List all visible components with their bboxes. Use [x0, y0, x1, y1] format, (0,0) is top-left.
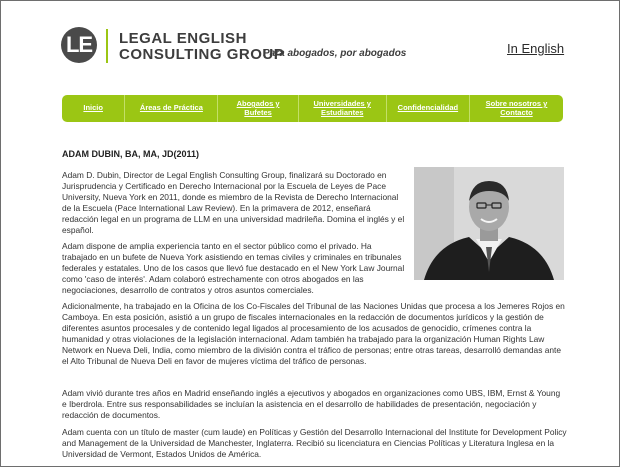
logo-divider [106, 29, 108, 63]
nav-label-line2: Estudiantes [320, 107, 364, 117]
nav-item-areas-practica[interactable]: Áreas de Práctica [124, 95, 217, 122]
bio-paragraph: Adam cuenta con un título de master (cum… [62, 427, 567, 459]
bio-paragraph: Adicionalmente, ha trabajado en la Ofici… [62, 301, 565, 366]
brand-name-line1: LEGAL ENGLISH [119, 30, 247, 47]
nav-label: Áreas de Práctica [139, 103, 203, 113]
page-title: ADAM DUBIN, BA, MA, JD(2011) [62, 149, 200, 159]
nav-item-abogados-bufetes[interactable]: Abogados y Bufetes [217, 95, 297, 122]
bio-paragraph: Adam dispone de amplia experiencia tanto… [62, 241, 405, 295]
tagline: Para abogados, por abogados [263, 48, 407, 59]
logo-letters: LE [65, 32, 93, 57]
portrait-photo [414, 167, 564, 280]
brand-name-line2: CONSULTING GROUP [119, 46, 285, 63]
nav-item-sobre-nosotros-contacto[interactable]: Sobre nosotros y Contacto [468, 95, 563, 122]
nav-label-line2: Contacto [500, 107, 533, 117]
nav-label-line2: Bufetes [244, 107, 272, 117]
language-link-english[interactable]: In English [507, 41, 564, 57]
nav-item-universidades-estudiantes[interactable]: Universidades y Estudiantes [297, 95, 386, 122]
company-logo[interactable]: LE [61, 27, 97, 63]
bio-paragraph: Adam D. Dubin, Director de Legal English… [62, 170, 405, 235]
portrait-illustration [414, 167, 564, 280]
nav-label: Confidencialidad [397, 103, 459, 113]
nav-item-confidencialidad[interactable]: Confidencialidad [385, 95, 469, 122]
bio-paragraph: Adam vivió durante tres años en Madrid e… [62, 388, 561, 420]
page-frame: LE LEGAL ENGLISH CONSULTING GROUP Para a… [0, 0, 620, 467]
nav-item-inicio[interactable]: Inicio [62, 95, 124, 122]
nav-label: Inicio [83, 103, 103, 113]
main-nav: Inicio Áreas de Práctica Abogados y Bufet… [62, 95, 563, 122]
